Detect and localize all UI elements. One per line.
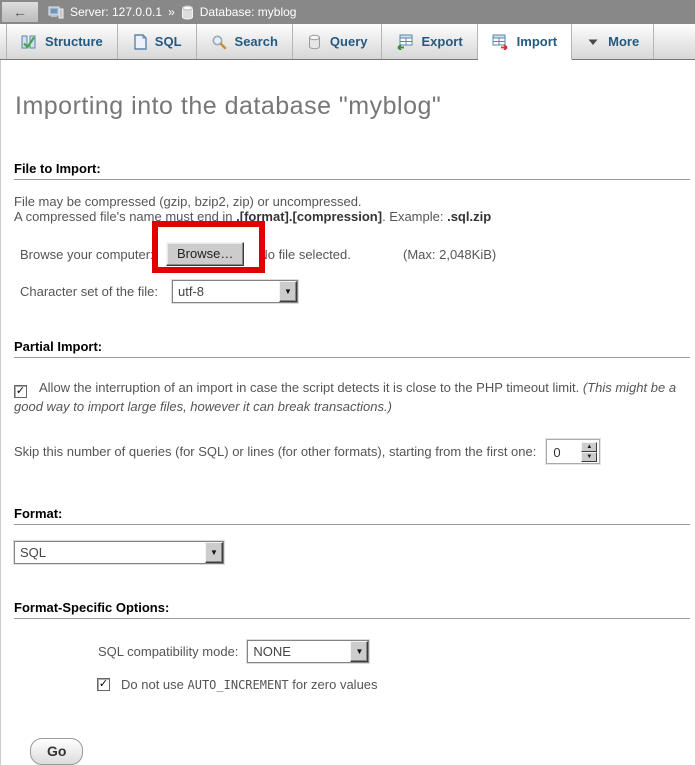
- compression-note: File may be compressed (gzip, bzip2, zip…: [14, 194, 695, 224]
- spinner-control: ▲ ▼: [581, 442, 597, 461]
- sql-compatibility-label: SQL compatibility mode:: [98, 644, 238, 659]
- main-content: Importing into the database "myblog" Fil…: [0, 60, 695, 765]
- sql-compatibility-row: SQL compatibility mode: NONE ▼: [98, 639, 695, 663]
- allow-interrupt-checkbox[interactable]: ✓: [14, 385, 27, 398]
- section-heading-file-to-import: File to Import:: [14, 161, 690, 180]
- sql-compatibility-selected-value: NONE: [248, 641, 350, 662]
- tab-structure[interactable]: Structure: [6, 24, 118, 59]
- section-heading-format: Format:: [14, 506, 690, 525]
- back-button[interactable]: ←: [2, 2, 38, 22]
- auto-increment-checkbox[interactable]: ✓: [97, 678, 110, 691]
- structure-icon: [21, 34, 37, 50]
- section-heading-partial-import: Partial Import:: [14, 339, 690, 358]
- tab-label: Export: [421, 34, 462, 49]
- tab-label: Structure: [45, 34, 103, 49]
- tab-search[interactable]: Search: [197, 24, 293, 59]
- no-file-selected-text: No file selected.: [258, 247, 351, 262]
- tab-label: Import: [517, 34, 557, 49]
- charset-selected-value: utf-8: [173, 281, 279, 302]
- sql-icon: [132, 34, 147, 50]
- server-icon: [48, 4, 64, 20]
- browse-button[interactable]: Browse…: [166, 242, 244, 266]
- auto-increment-label-suffix: for zero values: [289, 677, 378, 692]
- go-button[interactable]: Go: [30, 738, 83, 765]
- query-icon: [307, 34, 322, 50]
- search-icon: [211, 34, 227, 50]
- format-selected-value: SQL: [15, 542, 205, 563]
- format-row: SQL ▼: [14, 541, 695, 564]
- sql-compatibility-select[interactable]: NONE ▼: [247, 640, 369, 663]
- breadcrumb-separator: »: [168, 5, 175, 19]
- charset-row: Character set of the file: utf-8 ▼: [20, 279, 695, 303]
- skip-queries-row: Skip this number of queries (for SQL) or…: [14, 438, 695, 464]
- spinner-down-icon[interactable]: ▼: [581, 452, 597, 462]
- database-icon: [181, 5, 194, 20]
- auto-increment-label-prefix: Do not use: [121, 677, 188, 692]
- tab-bar: Structure SQL Search Query Export Import: [0, 24, 695, 60]
- tab-label: SQL: [155, 34, 182, 49]
- max-size-note: (Max: 2,048KiB): [403, 247, 496, 262]
- tab-more[interactable]: More: [572, 24, 654, 59]
- chevron-down-icon[interactable]: ▼: [350, 641, 368, 662]
- browse-label: Browse your computer:: [20, 247, 166, 262]
- auto-increment-row: ✓ Do not use AUTO_INCREMENT for zero val…: [97, 677, 695, 692]
- format-pattern-text: .[format].[compression]: [236, 209, 382, 224]
- chevron-down-icon[interactable]: ▼: [205, 542, 223, 563]
- page-title: Importing into the database "myblog": [14, 60, 695, 121]
- back-arrow-icon: ←: [13, 4, 27, 20]
- skip-queries-input[interactable]: 0 ▲ ▼: [546, 439, 600, 464]
- skip-queries-label: Skip this number of queries (for SQL) or…: [14, 444, 536, 459]
- example-label: . Example:: [382, 209, 447, 224]
- breadcrumb-bar: ← Server: 127.0.0.1 » Database: myblog: [0, 0, 695, 24]
- auto-increment-label: Do not use AUTO_INCREMENT for zero value…: [121, 677, 378, 692]
- go-row: Go: [30, 738, 695, 765]
- charset-label: Character set of the file:: [20, 284, 172, 299]
- chevron-down-icon[interactable]: ▼: [279, 281, 297, 302]
- tab-query[interactable]: Query: [293, 24, 383, 59]
- tab-label: Query: [330, 34, 368, 49]
- import-icon: [492, 34, 509, 50]
- breadcrumb-server-link[interactable]: Server: 127.0.0.1: [70, 5, 162, 19]
- tab-sql[interactable]: SQL: [118, 24, 197, 59]
- tab-label: Search: [235, 34, 278, 49]
- spinner-up-icon[interactable]: ▲: [581, 442, 597, 452]
- compression-note-line2: A compressed file's name must end in: [14, 209, 236, 224]
- tab-label: More: [608, 34, 639, 49]
- allow-interrupt-row: ✓ Allow the interruption of an import in …: [14, 378, 690, 416]
- breadcrumb-database-link[interactable]: Database: myblog: [200, 5, 297, 19]
- skip-queries-value: 0: [547, 440, 581, 463]
- export-icon: [396, 34, 413, 50]
- chevron-down-icon: [586, 35, 600, 49]
- browse-row: Browse your computer: Browse… No file se…: [20, 241, 695, 267]
- auto-increment-code: AUTO_INCREMENT: [188, 678, 289, 692]
- tab-export[interactable]: Export: [382, 24, 477, 59]
- format-select[interactable]: SQL ▼: [14, 541, 224, 564]
- tab-import[interactable]: Import: [478, 24, 572, 60]
- allow-interrupt-label: Allow the interruption of an import in c…: [39, 380, 583, 395]
- compression-note-line1: File may be compressed (gzip, bzip2, zip…: [14, 194, 362, 209]
- charset-select[interactable]: utf-8 ▼: [172, 280, 298, 303]
- example-extension-text: .sql.zip: [447, 209, 491, 224]
- section-heading-format-specific-options: Format-Specific Options:: [14, 600, 690, 619]
